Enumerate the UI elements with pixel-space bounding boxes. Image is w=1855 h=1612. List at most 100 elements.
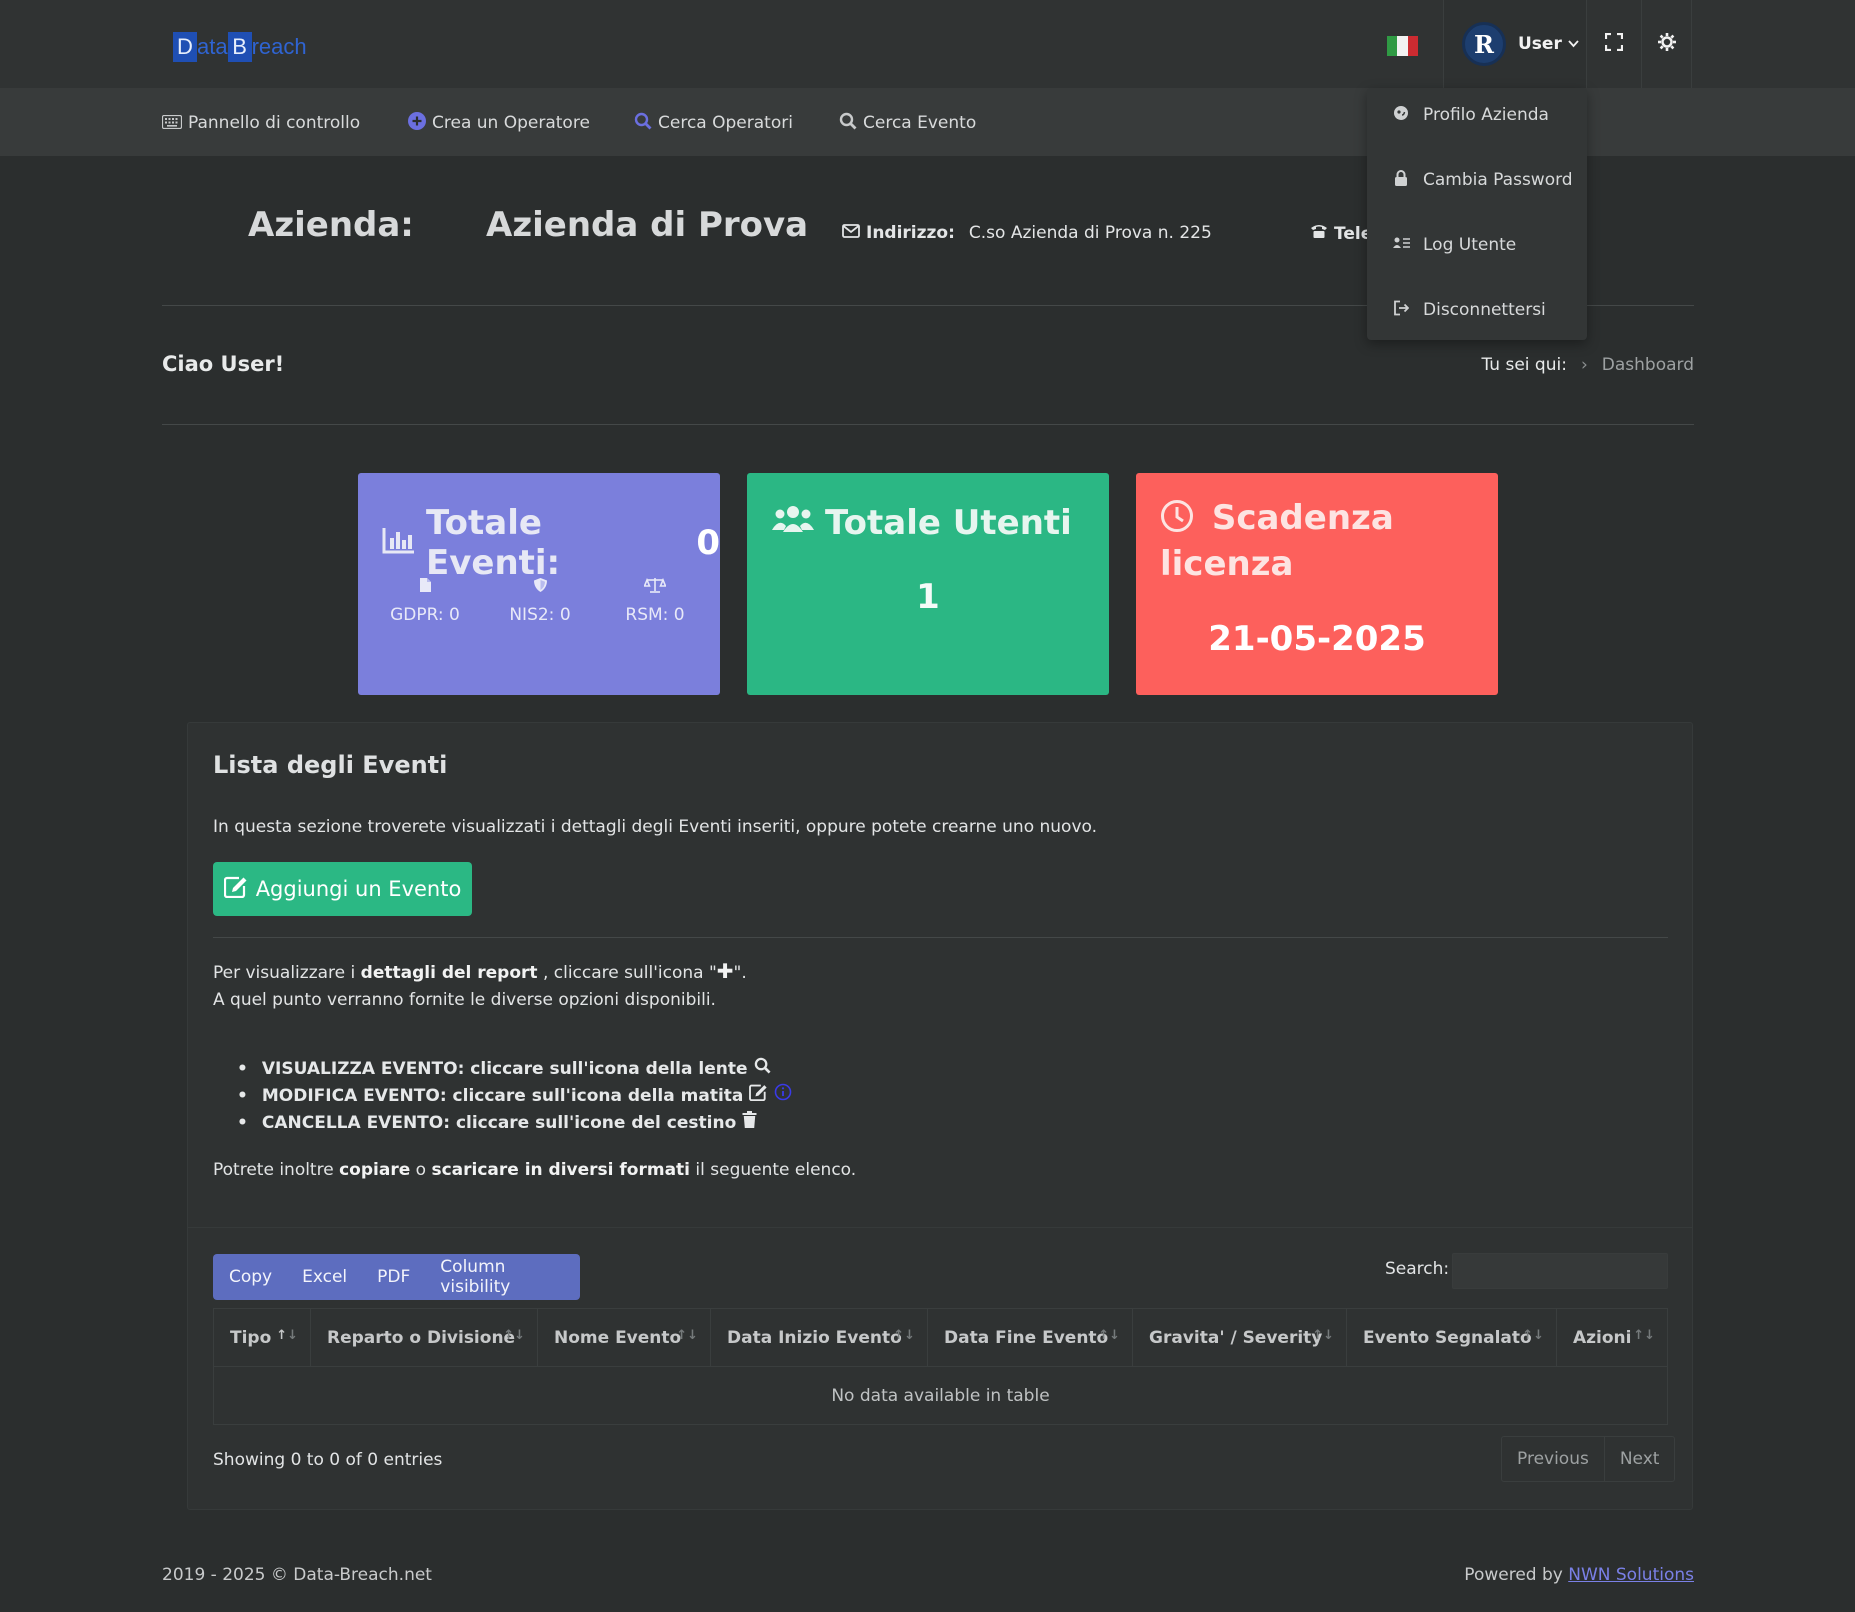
column-label: Reparto o Divisione	[327, 1327, 516, 1348]
table-info: Showing 0 to 0 of 0 entries	[213, 1450, 443, 1470]
menu-item-disconnettersi[interactable]: Disconnettersi	[1393, 298, 1546, 322]
search-input[interactable]	[1452, 1253, 1668, 1289]
list-item: VISUALIZZA EVENTO: cliccare sull'icona d…	[237, 1056, 792, 1083]
nav-crea-operatore[interactable]: Crea un Operatore	[408, 111, 590, 135]
search-icon	[754, 1056, 771, 1083]
logo-text-reach: reach	[251, 34, 307, 59]
card-title: Totale Eventi: 0	[382, 503, 720, 583]
events-table: Tipo ↑↓ Reparto o Divisione ↑↓ Nome Evento…	[213, 1308, 1668, 1425]
company-icon	[1393, 105, 1409, 125]
copy-post: il seguente elenco.	[695, 1160, 857, 1180]
envelope-icon	[842, 223, 860, 243]
copy-mid: o	[415, 1160, 427, 1180]
logo-text-ata: ata	[197, 34, 228, 59]
bullet-text: MODIFICA EVENTO: cliccare sull'icona del…	[261, 1086, 744, 1106]
sort-icon: ↑↓	[503, 1328, 525, 1343]
plus-circle-icon	[408, 112, 426, 134]
sort-icon: ↑↓	[893, 1328, 915, 1343]
table-row: No data available in table	[213, 1366, 1668, 1425]
pagination: Previous Next	[1501, 1436, 1676, 1482]
card-title-text: Totale Utenti	[825, 503, 1072, 543]
events-intro: In questa sezione troverete visualizzati…	[213, 817, 1098, 837]
trash-icon	[742, 1110, 757, 1137]
nwn-solutions-link[interactable]: NWN Solutions	[1568, 1565, 1694, 1585]
address-value: C.so Azienda di Prova n. 225	[968, 223, 1212, 243]
search-icon	[839, 112, 857, 134]
column-header-nome-evento[interactable]: Nome Evento ↑↓	[537, 1308, 711, 1367]
balance-scale-icon	[610, 577, 700, 597]
column-header-data-fine[interactable]: Data Fine Evento ↑↓	[927, 1308, 1133, 1367]
menu-item-profilo-azienda[interactable]: Profilo Azienda	[1393, 103, 1549, 127]
breadcrumb-current[interactable]: Dashboard	[1602, 355, 1694, 375]
copy-instructions: Potrete inoltre copiare o scaricare in d…	[213, 1157, 856, 1184]
column-visibility-button[interactable]: Column visibility	[440, 1257, 580, 1297]
sort-icon: ↑↓	[676, 1328, 698, 1343]
stat-nis2: NIS2: 0	[495, 577, 585, 625]
menu-item-label: Profilo Azienda	[1423, 105, 1549, 125]
breadcrumb: Tu sei qui: › Dashboard	[1482, 355, 1695, 375]
column-header-data-inizio[interactable]: Data Inizio Evento ↑↓	[710, 1308, 928, 1367]
menu-item-log-utente[interactable]: Log Utente	[1393, 233, 1516, 257]
copy-button[interactable]: Copy	[229, 1267, 272, 1287]
next-button[interactable]: Next	[1603, 1437, 1675, 1481]
nav-label: Pannello di controllo	[188, 113, 361, 133]
column-label: Data Inizio Evento	[727, 1327, 902, 1348]
nav-pannello-di-controllo[interactable]: Pannello di controllo	[161, 111, 361, 135]
address-label: Indirizzo:	[866, 223, 955, 243]
fullscreen-button[interactable]	[1587, 0, 1642, 88]
nav-cerca-operatori[interactable]: Cerca Operatori	[634, 111, 793, 135]
details-instructions: Per visualizzare i dettagli del report ,…	[213, 958, 747, 1014]
powered-label: Powered by	[1464, 1565, 1563, 1585]
column-header-azioni[interactable]: Azioni ↑↓	[1556, 1308, 1668, 1367]
details-bold: dettagli del report	[360, 963, 538, 983]
company-label: Azienda:	[248, 205, 414, 245]
avatar: R	[1462, 22, 1506, 66]
column-label: Tipo	[230, 1327, 272, 1348]
add-event-button[interactable]: Aggiungi un Evento	[213, 862, 472, 916]
breadcrumb-label: Tu sei qui:	[1481, 355, 1567, 375]
license-date: 21-05-2025	[1208, 619, 1426, 659]
copy-bold1: copiare	[339, 1160, 411, 1180]
footer-powered: Powered by NWN Solutions	[1464, 1565, 1694, 1585]
export-buttons: Copy Excel PDF Column visibility	[213, 1254, 580, 1300]
search-label: Search:	[1385, 1259, 1450, 1279]
nav-label: Cerca Evento	[863, 113, 977, 133]
stat-label: NIS2: 0	[509, 605, 571, 625]
details-line2: A quel punto verranno fornite le diverse…	[213, 990, 716, 1010]
bullet-text: VISUALIZZA EVENTO: cliccare sull'icona d…	[261, 1059, 748, 1079]
column-label: Gravita' / Severity	[1149, 1327, 1323, 1348]
sort-icon: ↑↓	[276, 1328, 298, 1343]
theme-toggle-button[interactable]	[1642, 0, 1692, 88]
excel-button[interactable]: Excel	[302, 1267, 347, 1287]
details-end: ".	[733, 963, 747, 983]
menu-item-cambia-password[interactable]: Cambia Password	[1393, 168, 1573, 192]
empty-table-message: No data available in table	[213, 1366, 1668, 1425]
gear-icon	[1657, 32, 1677, 56]
column-header-tipo[interactable]: Tipo ↑↓	[213, 1308, 311, 1367]
edit-icon	[749, 1083, 768, 1110]
bar-chart-icon	[382, 523, 416, 563]
card-title-line2: licenza	[1160, 544, 1294, 584]
avatar-letter: R	[1474, 29, 1494, 59]
menu-item-label: Cambia Password	[1423, 170, 1573, 190]
menu-item-label: Disconnettersi	[1423, 300, 1546, 320]
card-title-line1: Scadenza	[1211, 498, 1394, 538]
logo[interactable]: D ata B reach	[173, 30, 307, 64]
card-title-text: Totale Eventi:	[426, 503, 561, 583]
previous-button[interactable]: Previous	[1502, 1437, 1604, 1481]
keyboard-icon	[161, 114, 183, 133]
nav-cerca-evento[interactable]: Cerca Evento	[839, 111, 976, 135]
sort-icon: ↑↓	[1633, 1328, 1655, 1343]
file-icon	[380, 577, 470, 597]
stat-label: RSM: 0	[625, 605, 685, 625]
italian-flag-icon[interactable]	[1387, 36, 1418, 56]
card-count: 1	[916, 577, 940, 617]
sort-icon: ↑↓	[1522, 1328, 1544, 1343]
column-header-gravita[interactable]: Gravita' / Severity ↑↓	[1132, 1308, 1347, 1367]
column-label: Data Fine Evento	[944, 1327, 1109, 1348]
user-menu-toggle[interactable]: R User	[1443, 0, 1587, 88]
column-header-reparto[interactable]: Reparto o Divisione ↑↓	[310, 1308, 538, 1367]
list-item: CANCELLA EVENTO: cliccare sull'icone del…	[237, 1110, 792, 1137]
column-header-evento-segnalato[interactable]: Evento Segnalato ↑↓	[1346, 1308, 1557, 1367]
pdf-button[interactable]: PDF	[377, 1267, 410, 1287]
